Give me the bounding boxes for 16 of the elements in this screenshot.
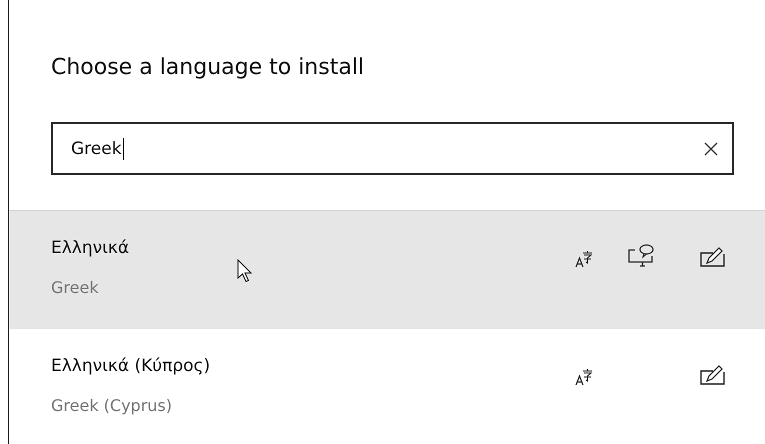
language-item[interactable]: Ελληνικά (Κύπρος) Greek (Cyprus) [9, 329, 765, 444]
text-cursor [122, 138, 124, 160]
language-name: Ελληνικά [51, 238, 130, 258]
language-english-name: Greek (Cyprus) [51, 396, 173, 415]
language-item[interactable]: Ελληνικά Greek [9, 211, 765, 329]
search-field[interactable]: Greek [51, 122, 734, 175]
text-language-icon [575, 368, 595, 386]
language-english-name: Greek [51, 278, 100, 297]
search-text: Greek [71, 138, 122, 158]
pen-on-pad-icon [699, 246, 725, 268]
close-icon[interactable] [704, 142, 718, 156]
language-name: Ελληνικά (Κύπρος) [51, 356, 212, 376]
dialog-title: Choose a language to install [51, 54, 364, 82]
text-language-icon [575, 250, 595, 268]
mouse-pointer-icon [237, 259, 253, 283]
pen-on-pad-icon [699, 364, 725, 386]
